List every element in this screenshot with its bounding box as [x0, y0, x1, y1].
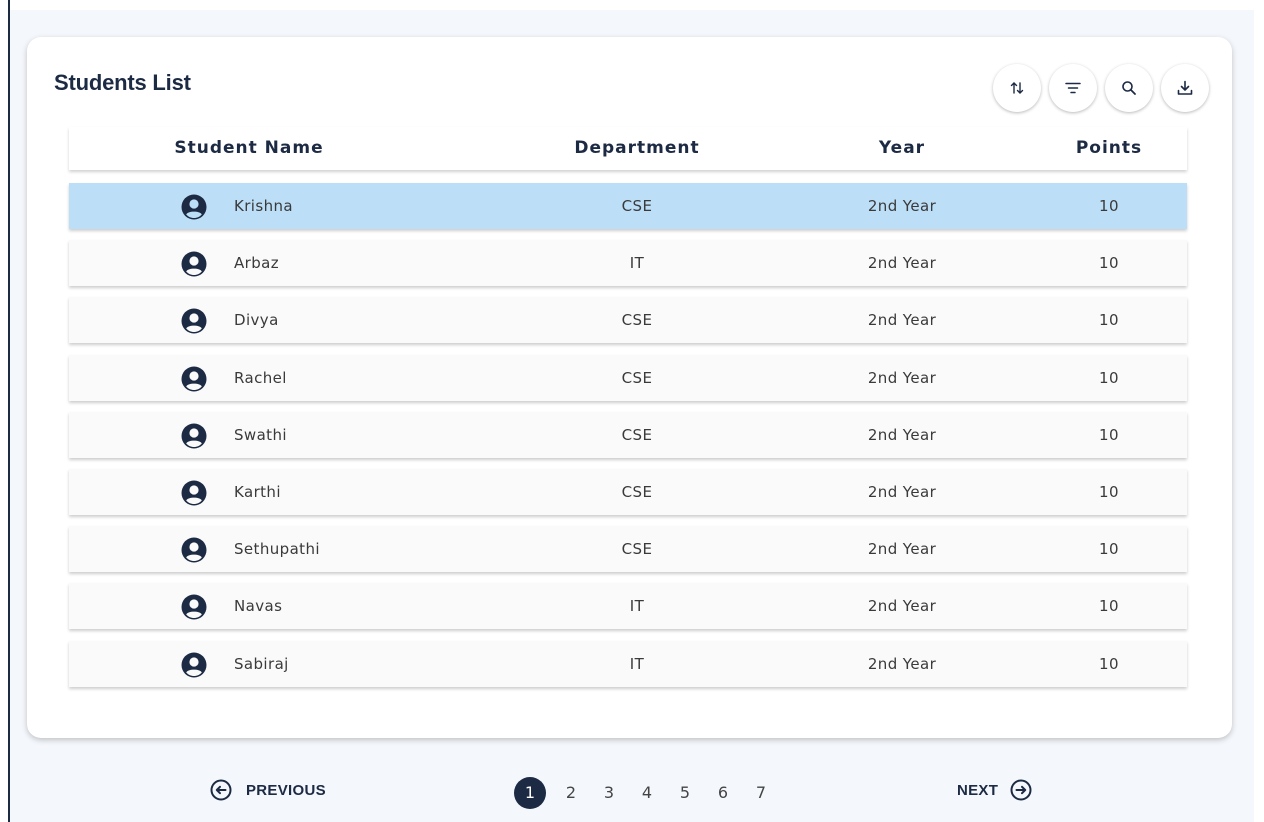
table-row[interactable]: Swathi CSE 2nd Year 10	[69, 411, 1187, 458]
student-department: IT	[629, 654, 645, 673]
table-row[interactable]: Arbaz IT 2nd Year 10	[69, 240, 1187, 287]
next-label: NEXT	[957, 781, 999, 799]
page-4[interactable]: 4	[628, 777, 666, 809]
user-avatar-icon	[181, 423, 207, 449]
student-department: CSE	[621, 540, 653, 559]
student-name: Krishna	[234, 197, 293, 215]
user-avatar-icon	[181, 251, 207, 277]
student-name: Navas	[234, 597, 283, 616]
student-year: 2nd Year	[867, 654, 937, 673]
column-header-year[interactable]: Year	[839, 127, 965, 170]
table-row[interactable]: Krishna CSE 2nd Year 10	[69, 183, 1187, 229]
arrow-left-circle-icon	[210, 779, 232, 801]
previous-button[interactable]: PREVIOUS	[210, 779, 326, 801]
table-row[interactable]: Divya CSE 2nd Year 10	[69, 297, 1187, 344]
page-1[interactable]: 1	[514, 777, 546, 809]
student-points: 10	[1099, 197, 1119, 215]
student-points: 10	[1099, 254, 1119, 273]
student-department: CSE	[621, 368, 653, 387]
student-department: CSE	[621, 482, 653, 501]
user-avatar-icon	[181, 537, 207, 563]
page-numbers: 1 2 3 4 5 6 7	[514, 777, 780, 809]
student-year: 2nd Year	[867, 368, 937, 387]
student-department: CSE	[621, 311, 653, 330]
pagination: PREVIOUS 1 2 3 4 5 6 7 NEXT	[0, 770, 1264, 816]
student-points: 10	[1099, 425, 1119, 444]
page-3[interactable]: 3	[590, 777, 628, 809]
filter-icon	[1065, 82, 1081, 94]
student-name: Sethupathi	[234, 540, 320, 559]
user-avatar-icon	[181, 480, 207, 506]
table-row[interactable]: Navas IT 2nd Year 10	[69, 583, 1187, 630]
filter-button[interactable]	[1049, 64, 1097, 112]
table-row[interactable]: Sabiraj IT 2nd Year 10	[69, 640, 1187, 687]
student-name: Sabiraj	[234, 654, 289, 673]
student-points: 10	[1099, 654, 1119, 673]
student-name: Arbaz	[234, 254, 280, 273]
page-7[interactable]: 7	[742, 777, 780, 809]
search-icon	[1122, 81, 1136, 95]
sort-button[interactable]	[993, 64, 1041, 112]
table-header: Student Name Department Year Points	[69, 127, 1187, 170]
student-name: Rachel	[234, 368, 287, 387]
student-year: 2nd Year	[867, 254, 937, 273]
download-button[interactable]	[1161, 64, 1209, 112]
student-year: 2nd Year	[867, 197, 937, 215]
user-avatar-icon	[181, 594, 207, 620]
column-header-points[interactable]: Points	[1045, 127, 1173, 170]
student-year: 2nd Year	[867, 597, 937, 616]
card-title: Students List	[54, 70, 191, 95]
previous-label: PREVIOUS	[246, 781, 326, 799]
page-6[interactable]: 6	[704, 777, 742, 809]
student-points: 10	[1099, 597, 1119, 616]
search-button[interactable]	[1105, 64, 1153, 112]
column-header-student-name[interactable]: Student Name	[129, 127, 369, 170]
user-avatar-icon	[181, 652, 207, 677]
column-header-department[interactable]: Department	[539, 127, 735, 170]
page-5[interactable]: 5	[666, 777, 704, 809]
next-button[interactable]: NEXT	[957, 779, 1032, 801]
student-department: CSE	[621, 425, 653, 444]
student-points: 10	[1099, 311, 1119, 330]
table-body: Krishna CSE 2nd Year 10 Arbaz IT 2nd Yea…	[69, 183, 1187, 698]
arrow-right-circle-icon	[1010, 779, 1032, 801]
user-avatar-icon	[181, 308, 207, 334]
user-avatar-icon	[181, 194, 207, 220]
student-points: 10	[1099, 540, 1119, 559]
left-border	[8, 0, 10, 822]
student-year: 2nd Year	[867, 482, 937, 501]
table-row[interactable]: Sethupathi CSE 2nd Year 10	[69, 526, 1187, 573]
student-year: 2nd Year	[867, 425, 937, 444]
user-avatar-icon	[181, 366, 207, 392]
card-toolbar	[993, 64, 1209, 112]
student-name: Karthi	[234, 482, 281, 501]
student-year: 2nd Year	[867, 540, 937, 559]
student-name: Swathi	[234, 425, 287, 444]
students-card: Students List Student Name Department Ye…	[27, 37, 1232, 738]
student-department: IT	[629, 254, 645, 273]
student-name: Divya	[234, 311, 279, 330]
table-row[interactable]: Rachel CSE 2nd Year 10	[69, 354, 1187, 401]
table-row[interactable]: Karthi CSE 2nd Year 10	[69, 468, 1187, 515]
student-department: CSE	[621, 197, 653, 215]
sort-arrows-icon	[1010, 82, 1024, 94]
student-department: IT	[629, 597, 645, 616]
student-points: 10	[1099, 482, 1119, 501]
download-icon	[1177, 80, 1193, 95]
page-2[interactable]: 2	[552, 777, 590, 809]
student-year: 2nd Year	[867, 311, 937, 330]
student-points: 10	[1099, 368, 1119, 387]
